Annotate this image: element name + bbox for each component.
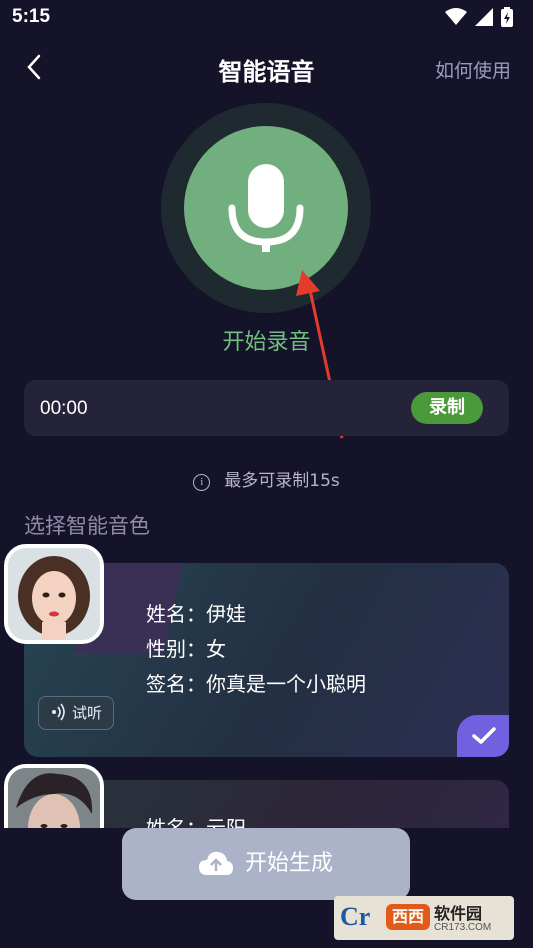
generate-label: 开始生成 bbox=[244, 851, 333, 876]
record-label: 开始录音 bbox=[222, 330, 311, 355]
cloud-upload-icon bbox=[198, 851, 233, 875]
watermark-brand: 软件园 bbox=[434, 904, 483, 923]
record-timer-bar: 00:00 录制 bbox=[24, 380, 509, 436]
voice-signature: 签名：你真是一个小聪明 bbox=[146, 672, 366, 696]
watermark-logo: Cr 西西 软件园 CR173.COM bbox=[334, 896, 514, 940]
voice-gender: 性别：女 bbox=[146, 637, 226, 661]
status-icons bbox=[445, 7, 513, 27]
elapsed-time: 00:00 bbox=[40, 398, 88, 419]
header: 智能语音 如何使用 bbox=[0, 40, 533, 96]
record-button[interactable]: 录制 bbox=[411, 392, 483, 424]
status-bar: 5:15 bbox=[0, 0, 533, 36]
record-hint: i 最多可录制15s bbox=[0, 466, 533, 491]
microphone-icon bbox=[228, 164, 304, 252]
battery-icon bbox=[501, 7, 513, 27]
hint-text: 最多可录制15s bbox=[224, 471, 340, 491]
wifi-icon bbox=[445, 8, 467, 25]
status-time: 5:15 bbox=[12, 6, 51, 27]
sound-wave-icon bbox=[51, 703, 65, 721]
voice-avatar bbox=[4, 544, 104, 644]
listen-button[interactable]: 试听 bbox=[38, 696, 114, 730]
voice-name: 姓名：伊娃 bbox=[146, 602, 246, 626]
listen-label: 试听 bbox=[71, 704, 102, 722]
checkmark-icon bbox=[472, 727, 496, 744]
watermark-url: CR173.COM bbox=[434, 922, 492, 933]
watermark-prefix: Cr bbox=[340, 902, 371, 931]
selected-badge bbox=[457, 715, 509, 757]
generate-button[interactable]: 开始生成 bbox=[122, 828, 410, 900]
record-mic-button[interactable] bbox=[184, 126, 348, 290]
voice-info: 姓名：伊娃 性别：女 签名：你真是一个小聪明 bbox=[146, 597, 366, 702]
signal-icon bbox=[475, 8, 493, 26]
watermark-badge: 西西 bbox=[386, 904, 430, 930]
help-link[interactable]: 如何使用 bbox=[435, 56, 511, 83]
voice-section-title: 选择智能音色 bbox=[24, 514, 150, 538]
info-icon: i bbox=[193, 474, 211, 491]
